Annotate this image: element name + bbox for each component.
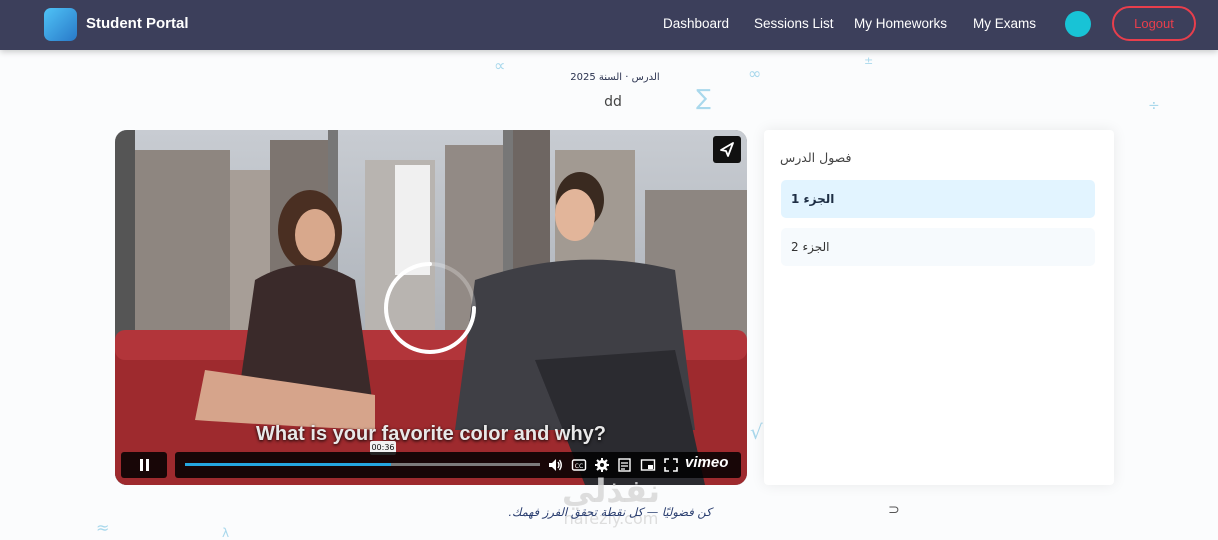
transcript-icon[interactable] xyxy=(617,457,633,473)
decor-symbol: ≈ xyxy=(96,518,110,537)
svg-text:CC: CC xyxy=(575,463,583,470)
navbar: Student Portal Dashboard Sessions List M… xyxy=(0,0,1218,50)
captions-icon[interactable]: CC xyxy=(571,457,587,473)
decor-symbol: √ xyxy=(750,420,763,444)
video-player[interactable]: What is your favorite color and why? 00:… xyxy=(115,130,747,485)
progress-bar[interactable] xyxy=(185,463,540,466)
pause-icon xyxy=(140,459,149,471)
chapters-title: فصول الدرس xyxy=(780,150,852,165)
chapter-label: الجزء 2 xyxy=(791,240,830,254)
nav-my-exams[interactable]: My Exams xyxy=(973,16,1036,31)
decor-symbol: ∞ xyxy=(748,64,762,83)
volume-icon[interactable] xyxy=(547,457,563,473)
share-button[interactable] xyxy=(713,136,741,163)
lesson-title: dd xyxy=(604,94,622,110)
decor-symbol: λ xyxy=(222,526,230,540)
footer-tagline: .كن فضوليًا — كل نقطة تحقق الفرز فهمك xyxy=(508,505,712,519)
vimeo-logo[interactable]: vimeo xyxy=(685,454,728,471)
nav-my-homeworks[interactable]: My Homeworks xyxy=(854,16,947,31)
decor-symbol: ⊃ xyxy=(888,502,900,518)
nav-sessions-list[interactable]: Sessions List xyxy=(754,16,834,31)
chapters-panel: فصول الدرس الجزء 1 الجزء 2 xyxy=(764,130,1114,485)
decor-symbol: ∑ xyxy=(696,86,711,111)
chapter-item[interactable]: الجزء 1 xyxy=(781,180,1095,218)
pip-icon[interactable] xyxy=(640,457,656,473)
video-subtitle: What is your favorite color and why? xyxy=(255,423,607,445)
avatar[interactable] xyxy=(1065,11,1091,37)
watermark-logo: نفذلي nafezly.com xyxy=(536,472,686,528)
progress-fill xyxy=(185,463,391,466)
loading-spinner-icon xyxy=(384,262,476,354)
decor-symbol: ÷ xyxy=(1148,98,1160,114)
nav-dashboard[interactable]: Dashboard xyxy=(663,16,729,31)
chapter-label: الجزء 1 xyxy=(791,192,835,206)
gear-icon[interactable] xyxy=(594,457,610,473)
brand-logo-icon[interactable] xyxy=(44,8,77,41)
breadcrumb: الدرس · السنة 2025 xyxy=(570,72,660,83)
fullscreen-icon[interactable] xyxy=(663,457,679,473)
logout-button[interactable]: Logout xyxy=(1112,6,1196,41)
chapter-item[interactable]: الجزء 2 xyxy=(781,228,1095,266)
pause-button[interactable] xyxy=(121,452,167,478)
brand-name[interactable]: Student Portal xyxy=(86,15,189,32)
decor-symbol: ± xyxy=(864,54,874,67)
decor-symbol: ∝ xyxy=(494,56,506,75)
paper-plane-icon xyxy=(720,142,734,157)
